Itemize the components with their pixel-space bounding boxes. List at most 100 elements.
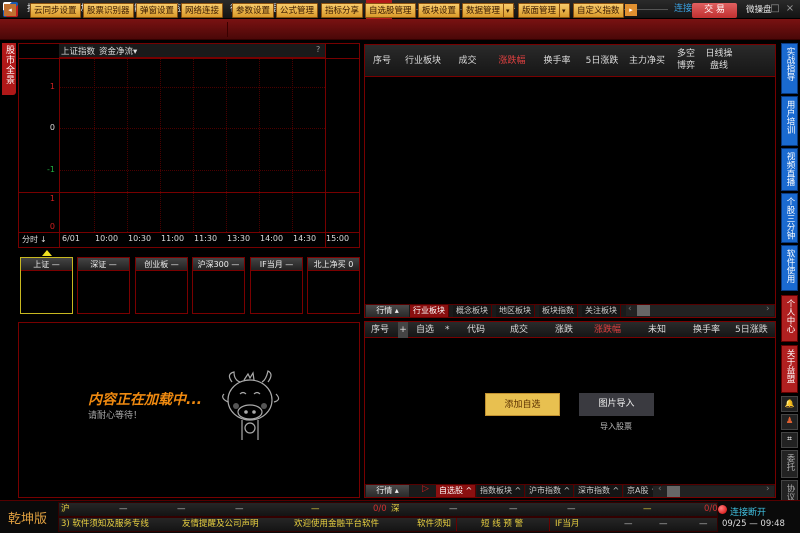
- index-card-chinext[interactable]: 创业板 —: [135, 257, 188, 314]
- market-overview-tab[interactable]: 股市全景: [2, 43, 16, 95]
- sidebar-about[interactable]: 关于益盟: [781, 345, 798, 393]
- x-tick-label: 11:30: [194, 234, 218, 243]
- popup-settings-button[interactable]: 弹窗设置: [136, 3, 179, 18]
- sidebar-software-usage[interactable]: 软件使用: [781, 245, 798, 291]
- sh-value: —: [177, 504, 186, 514]
- connection-status-dot-icon: [718, 505, 727, 514]
- connection-status-bottom[interactable]: 连接断开: [730, 505, 766, 518]
- news-item[interactable]: 友情提醒及公司声明: [182, 518, 259, 531]
- custom-index-button[interactable]: 自定义指数: [573, 3, 624, 18]
- chevron-down-icon[interactable]: ▾: [559, 4, 566, 18]
- network-connection-button[interactable]: 网络连接: [181, 3, 224, 18]
- micro-trading-button[interactable]: 微操盘: [746, 3, 772, 18]
- tab-region-sector[interactable]: 地区板块: [496, 305, 535, 317]
- help-icon[interactable]: ?: [316, 45, 320, 54]
- cloud-sync-settings-button[interactable]: 云同步设置: [30, 3, 81, 18]
- close-icon[interactable]: ×: [783, 2, 797, 16]
- col-header-turnover[interactable]: 换手率: [540, 45, 574, 77]
- scroll-left-icon[interactable]: ‹: [628, 304, 632, 314]
- scroll-left-icon[interactable]: ‹: [658, 484, 662, 494]
- tab-sz-index[interactable]: 深市指数 ^: [575, 485, 624, 497]
- tab-sh-index[interactable]: 沪市指数 ^: [526, 485, 575, 497]
- col-header-industry[interactable]: 行业板块: [402, 45, 444, 77]
- col-header-main-net-buy[interactable]: 主力净买: [626, 45, 668, 77]
- short-term-alert-button[interactable]: 短 线 预 警: [481, 518, 523, 531]
- sidebar-practical-guide[interactable]: 实战指导: [781, 43, 798, 94]
- stock-recognizer-button[interactable]: 股票识别器: [83, 3, 134, 18]
- user-icon[interactable]: ♟: [781, 414, 798, 430]
- col-header-star[interactable]: *: [445, 322, 450, 338]
- col-header-volume[interactable]: 成交: [510, 322, 528, 338]
- crop-icon[interactable]: ⌗: [781, 432, 798, 448]
- tab-industry-sector[interactable]: 行业板块: [410, 305, 449, 317]
- period-selector[interactable]: 分时 ↓: [22, 234, 47, 245]
- x-tick-label: 13:30: [227, 234, 251, 243]
- col-header-line: 多空: [676, 49, 695, 59]
- chevron-down-icon[interactable]: ▾: [503, 4, 510, 18]
- news-item[interactable]: 3) 软件须知及服务专线: [61, 518, 149, 531]
- col-header-5day-change[interactable]: 5日涨跌: [735, 322, 768, 338]
- tab-index-sector[interactable]: 指数板块 ^: [477, 485, 526, 497]
- news-item[interactable]: 软件须知: [417, 518, 451, 531]
- quotes-tab-toggle[interactable]: 行情 ▴: [366, 305, 409, 317]
- scroll-right-icon[interactable]: ›: [766, 484, 770, 494]
- index-card-shanghai[interactable]: 上证 —: [20, 257, 73, 314]
- parameter-settings-button[interactable]: 参数设置: [232, 3, 275, 18]
- index-card-northbound[interactable]: 北上净买 0: [307, 257, 360, 314]
- sidebar-entrust[interactable]: 委托: [781, 450, 798, 478]
- col-header-unknown[interactable]: 未知: [648, 322, 666, 338]
- sector-settings-button[interactable]: 板块设置: [418, 3, 461, 18]
- watchlist-management-button[interactable]: 自选股管理: [365, 3, 416, 18]
- watchlist-scroll-thumb[interactable]: [667, 486, 680, 497]
- tab-concept-sector[interactable]: 概念板块: [453, 305, 492, 317]
- formula-management-button[interactable]: 公式管理: [276, 3, 319, 18]
- sz-value: —: [509, 504, 518, 514]
- toolbar-scroll-left-icon[interactable]: ◂: [4, 4, 16, 16]
- loading-title: 内容正在加载中...: [88, 392, 202, 408]
- sz-value: —: [567, 504, 576, 514]
- tab-sector-index[interactable]: 板块指数: [539, 305, 578, 317]
- sector-scroll-thumb[interactable]: [637, 305, 650, 316]
- sidebar-stock-3min[interactable]: 个股三分钟: [781, 193, 798, 243]
- col-header-turnover[interactable]: 换手率: [693, 322, 720, 338]
- import-stocks-link[interactable]: 导入股票: [600, 421, 632, 432]
- tab-watched-sector[interactable]: 关注板块: [582, 305, 621, 317]
- col-header-watch[interactable]: 自选: [416, 322, 434, 338]
- datetime-display: 09/25 — 09:48: [722, 519, 785, 529]
- chart-left-axis-line: [59, 43, 60, 248]
- index-card-csi300[interactable]: 沪深300 —: [192, 257, 245, 314]
- sz-label: 深: [391, 504, 400, 514]
- col-header-long-short[interactable]: 多空 博弈: [674, 48, 698, 72]
- toolbar-scroll-right-icon[interactable]: ▸: [625, 4, 637, 16]
- trade-button[interactable]: 交 易: [692, 3, 737, 18]
- col-header-5day-change[interactable]: 5日涨跌: [582, 45, 622, 77]
- chart-top-line: [18, 58, 360, 59]
- tab-watchlist-stocks[interactable]: 自选股 ^: [436, 485, 477, 497]
- col-header-index[interactable]: 序号: [370, 45, 394, 77]
- col-header-volume[interactable]: 成交: [455, 45, 480, 77]
- news-item[interactable]: 欢迎使用金融平台软件: [294, 518, 379, 531]
- col-header-change-pct[interactable]: 涨跌幅: [495, 45, 529, 77]
- col-header-daily-line[interactable]: 日线操 盘线: [704, 48, 734, 72]
- col-header-code[interactable]: 代码: [467, 322, 485, 338]
- index-card-shenzhen[interactable]: 深证 —: [77, 257, 130, 314]
- data-management-button[interactable]: 数据管理 ▾: [462, 3, 514, 18]
- sidebar-personal-center[interactable]: 个人中心: [781, 295, 798, 342]
- sidebar-live-video[interactable]: 视频直播: [781, 148, 798, 191]
- layout-management-button[interactable]: 版面管理 ▾: [518, 3, 570, 18]
- image-import-button[interactable]: 图片导入: [579, 393, 654, 416]
- bell-icon[interactable]: 🔔: [781, 396, 798, 412]
- play-icon[interactable]: ▷: [422, 484, 429, 494]
- add-column-icon[interactable]: +: [398, 322, 408, 338]
- col-header-index[interactable]: 序号: [371, 322, 389, 338]
- quotes-tab-toggle[interactable]: 行情 ▴: [366, 485, 409, 497]
- indicator-share-button[interactable]: 指标分享: [321, 3, 364, 18]
- index-card-if-current[interactable]: IF当月 —: [250, 257, 303, 314]
- sidebar-user-training[interactable]: 用户培训: [781, 96, 798, 146]
- col-header-change[interactable]: 涨跌: [555, 322, 573, 338]
- scroll-right-icon[interactable]: ›: [766, 304, 770, 314]
- col-header-change-pct[interactable]: 涨跌幅: [594, 322, 621, 338]
- index-card-label: 沪深300 —: [193, 258, 244, 271]
- add-watchlist-button[interactable]: 添加自选: [485, 393, 560, 416]
- chart-indicator-dropdown[interactable]: 资金净流▾: [99, 45, 137, 57]
